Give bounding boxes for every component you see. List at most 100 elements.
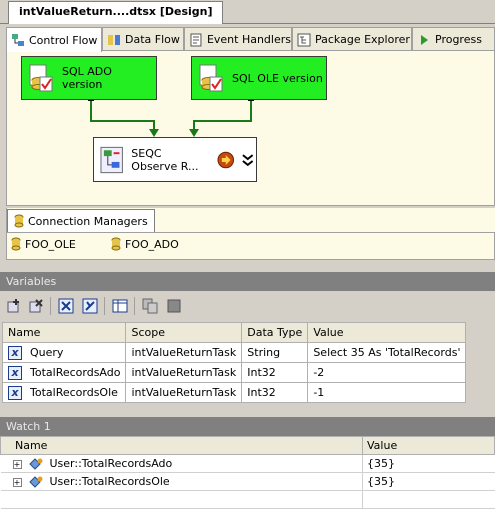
- variable-scope[interactable]: intValueReturnTask: [125, 362, 243, 383]
- connection-manager-item[interactable]: FOO_ADO: [111, 237, 179, 251]
- connection-managers-tab[interactable]: Connection Managers: [7, 209, 155, 232]
- watch-title: Watch 1: [0, 417, 495, 436]
- task-sql-ado[interactable]: SQL ADO version: [21, 56, 157, 100]
- variable-value[interactable]: -1: [307, 382, 467, 403]
- precedence-constraint-ado[interactable]: [90, 97, 155, 133]
- variable-type[interactable]: Int32: [241, 382, 309, 403]
- user-variables-icon: [82, 298, 98, 314]
- package-explorer-icon: [297, 33, 311, 46]
- tab-control-flow[interactable]: Control Flow: [6, 27, 102, 52]
- table-row[interactable]: x TotalRecordsAdo intValueReturnTask Int3…: [1, 362, 467, 383]
- toolbar-separator: [134, 297, 135, 315]
- sequence-container-icon: [100, 146, 123, 173]
- control-flow-canvas[interactable]: SQL ADO version SQL OLE version SEQC Obs…: [6, 50, 495, 206]
- variable-type[interactable]: String: [241, 342, 309, 363]
- expand-chevron-icon[interactable]: [240, 152, 256, 168]
- table-row[interactable]: x Query intValueReturnTask String Select …: [1, 342, 467, 363]
- variable-type[interactable]: Int32: [241, 362, 309, 383]
- task-label: SQL ADO version: [62, 65, 112, 91]
- column-header-value[interactable]: Value: [362, 436, 495, 455]
- variable-scope[interactable]: intValueReturnTask: [125, 342, 243, 363]
- connection-manager-icon: [14, 214, 24, 228]
- tab-label: Progress: [435, 33, 482, 46]
- precedence-constraint-ole[interactable]: [193, 97, 252, 133]
- variables-header-row: Name Scope Data Type Value: [1, 322, 467, 343]
- copy-variable-button[interactable]: [140, 296, 160, 316]
- variable-name-cell[interactable]: x Query: [1, 342, 127, 363]
- empty-watch-row[interactable]: [0, 490, 495, 509]
- variable-scope[interactable]: intValueReturnTask: [125, 382, 243, 403]
- tab-label: Data Flow: [125, 33, 180, 46]
- expand-icon[interactable]: +: [12, 459, 22, 469]
- add-variable-button[interactable]: [4, 296, 24, 316]
- progress-icon: [421, 34, 428, 45]
- column-header-scope[interactable]: Scope: [125, 322, 243, 343]
- move-icon: [167, 299, 181, 313]
- column-header-data-type[interactable]: Data Type: [241, 322, 309, 343]
- watch-name: User::TotalRecordsAdo: [49, 457, 173, 470]
- table-row[interactable]: x TotalRecordsOle intValueReturnTask Int3…: [1, 382, 467, 403]
- watch-header-row: Name Value: [0, 436, 495, 455]
- watch-name-cell[interactable]: + User::TotalRecordsOle: [0, 472, 363, 491]
- column-header-name[interactable]: Name: [1, 322, 127, 343]
- sequence-container[interactable]: SEQC Observe R...: [93, 137, 257, 182]
- variables-grid: Name Scope Data Type Value x Query intVal…: [1, 322, 467, 403]
- show-system-variables-button[interactable]: [56, 296, 76, 316]
- document-tab[interactable]: intValueReturn....dtsx [Design]: [8, 1, 223, 24]
- expand-icon[interactable]: +: [12, 477, 22, 487]
- delete-variable-button[interactable]: [26, 296, 46, 316]
- add-variable-icon: [7, 299, 19, 313]
- columns-icon: [112, 299, 128, 313]
- connection-manager-icon: [11, 237, 21, 251]
- data-flow-icon: [108, 34, 120, 45]
- document-tab-strip: intValueReturn....dtsx [Design]: [0, 0, 495, 24]
- table-row[interactable]: + User::TotalRecordsAdo {35}: [0, 454, 495, 473]
- tab-data-flow[interactable]: Data Flow: [102, 27, 184, 51]
- variable-name-cell[interactable]: x TotalRecordsAdo: [1, 362, 127, 383]
- breakpoint-arrow-icon[interactable]: [217, 151, 235, 169]
- tab-event-handlers[interactable]: Event Handlers: [184, 27, 292, 51]
- event-handlers-icon: [190, 33, 202, 46]
- copy-icon: [142, 298, 158, 314]
- variable-icon: x: [8, 345, 22, 360]
- task-label: SQL OLE version: [232, 71, 323, 85]
- tab-label: Control Flow: [29, 33, 98, 47]
- designer-tabs: Control Flow Data Flow Event Handlers Pa…: [6, 27, 495, 52]
- choose-columns-button[interactable]: [110, 296, 130, 316]
- variables-toolbar: [0, 291, 495, 321]
- variable-name: TotalRecordsAdo: [30, 366, 121, 379]
- watch-value[interactable]: {35}: [362, 472, 495, 491]
- variables-title: Variables: [0, 272, 495, 291]
- tab-package-explorer[interactable]: Package Explorer: [292, 27, 412, 51]
- variable-name: TotalRecordsOle: [30, 386, 118, 399]
- task-sql-ole[interactable]: SQL OLE version: [191, 56, 327, 100]
- table-row[interactable]: + User::TotalRecordsOle {35}: [0, 472, 495, 491]
- column-header-name[interactable]: Name: [0, 436, 363, 455]
- variable-icon: x: [8, 385, 22, 400]
- variable-name-cell[interactable]: x TotalRecordsOle: [1, 382, 127, 403]
- toolbar-separator: [50, 297, 51, 315]
- connection-manager-label: FOO_ADO: [125, 237, 179, 251]
- control-flow-icon: [12, 34, 24, 46]
- sql-task-icon: [199, 64, 223, 92]
- variable-value[interactable]: Select 35 As 'TotalRecords': [307, 342, 467, 363]
- tab-progress[interactable]: Progress: [412, 27, 495, 51]
- connection-manager-item[interactable]: FOO_OLE: [11, 237, 76, 251]
- move-variable-button[interactable]: [164, 296, 184, 316]
- watch-variable-icon: [29, 476, 43, 488]
- variable-value[interactable]: -2: [307, 362, 467, 383]
- column-header-value[interactable]: Value: [307, 322, 467, 343]
- watch-name: User::TotalRecordsOle: [49, 475, 170, 488]
- connection-manager-label: FOO_OLE: [25, 237, 76, 251]
- tab-label: Package Explorer: [315, 33, 410, 46]
- variable-name: Query: [30, 346, 64, 359]
- arrowhead: [149, 129, 159, 137]
- watch-value[interactable]: {35}: [362, 454, 495, 473]
- system-variables-icon: [58, 298, 74, 314]
- watch-name-cell[interactable]: + User::TotalRecordsAdo: [0, 454, 363, 473]
- toolbar-separator: [104, 297, 105, 315]
- tab-label: Event Handlers: [206, 33, 291, 46]
- show-user-variables-button[interactable]: [80, 296, 100, 316]
- sql-task-icon: [29, 64, 53, 92]
- connection-managers-area[interactable]: FOO_OLE FOO_ADO: [6, 232, 495, 260]
